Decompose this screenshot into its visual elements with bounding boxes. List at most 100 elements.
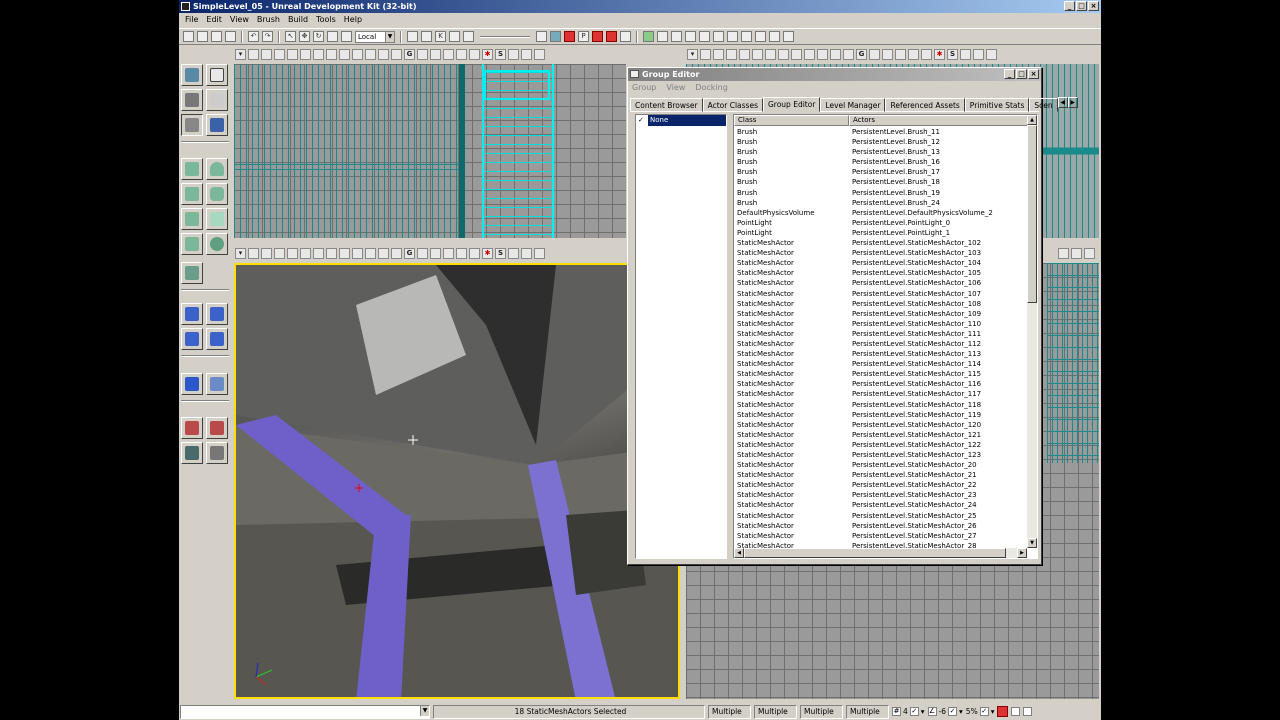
chevron-down-icon[interactable]: ▾ xyxy=(959,707,963,716)
maximize-viewport-icon[interactable] xyxy=(1084,248,1095,259)
table-row[interactable]: StaticMeshActor PersistentLevel.StaticMes… xyxy=(734,299,1024,309)
texture-density-icon[interactable] xyxy=(352,49,363,60)
texture-density-icon[interactable] xyxy=(804,49,815,60)
viewport-menu-icon[interactable]: ▾ xyxy=(235,248,246,259)
translucent-icon[interactable] xyxy=(443,49,454,60)
tear-off-icon[interactable] xyxy=(973,49,984,60)
light-complexity-icon[interactable] xyxy=(339,248,350,259)
tab-group-editor[interactable]: Group Editor xyxy=(762,97,821,112)
maximize-button[interactable]: □ xyxy=(1016,69,1027,79)
tab-actor-classes[interactable]: Actor Classes xyxy=(702,98,763,112)
table-row[interactable]: StaticMeshActor PersistentLevel.StaticMes… xyxy=(734,389,1024,399)
viewport-type-icon[interactable] xyxy=(248,248,259,259)
table-row[interactable]: Brush PersistentLevel.Brush_12 xyxy=(734,137,1024,147)
table-row[interactable]: StaticMeshActor PersistentLevel.StaticMes… xyxy=(734,309,1024,319)
viewport-type-icon[interactable] xyxy=(700,49,711,60)
volumetric-builder-button[interactable] xyxy=(181,262,203,284)
table-row[interactable]: Brush PersistentLevel.Brush_24 xyxy=(734,198,1024,208)
camera-lock-icon[interactable] xyxy=(430,248,441,259)
tear-off-icon[interactable] xyxy=(521,248,532,259)
table-row[interactable]: StaticMeshActor PersistentLevel.StaticMes… xyxy=(734,430,1024,440)
table-row[interactable]: StaticMeshActor PersistentLevel.StaticMes… xyxy=(734,400,1024,410)
unlit-icon[interactable] xyxy=(287,49,298,60)
save-all-icon[interactable] xyxy=(225,31,236,42)
table-row[interactable]: StaticMeshActor PersistentLevel.StaticMes… xyxy=(734,511,1024,521)
brush-wireframe-icon[interactable] xyxy=(274,248,285,259)
column-header-class[interactable]: Class xyxy=(734,115,849,126)
close-button[interactable]: × xyxy=(1088,1,1099,11)
viewport-menu-icon[interactable]: ▾ xyxy=(235,49,246,60)
table-row[interactable]: StaticMeshActor PersistentLevel.StaticMes… xyxy=(734,289,1024,299)
option-checkbox-2[interactable] xyxy=(1023,707,1033,716)
lock-icon[interactable] xyxy=(417,248,428,259)
select-icon[interactable]: ↖ xyxy=(285,31,296,42)
table-row[interactable]: DefaultPhysicsVolume PersistentLevel.Defa… xyxy=(734,208,1024,218)
tab-level-manager[interactable]: Level Manager xyxy=(820,98,886,112)
open-icon[interactable] xyxy=(197,31,208,42)
build-paths-icon[interactable]: P xyxy=(578,31,589,42)
table-row[interactable]: Brush PersistentLevel.Brush_19 xyxy=(734,188,1024,198)
table-row[interactable]: Brush PersistentLevel.Brush_13 xyxy=(734,147,1024,157)
preview-icon[interactable] xyxy=(508,248,519,259)
maximize-viewport-icon[interactable] xyxy=(986,49,997,60)
viewport-perspective[interactable]: ▾ G ✱ S xyxy=(232,245,682,701)
brush-wireframe-icon[interactable] xyxy=(274,49,285,60)
lighting-only-icon[interactable] xyxy=(326,248,337,259)
tool-i-icon[interactable] xyxy=(783,31,794,42)
table-row[interactable]: StaticMeshActor PersistentLevel.StaticMes… xyxy=(734,440,1024,450)
chevron-down-icon[interactable]: ▾ xyxy=(991,707,995,716)
csg-subtract-button[interactable] xyxy=(206,303,228,325)
light-complexity-icon[interactable] xyxy=(791,49,802,60)
game-view-icon[interactable]: G xyxy=(856,49,867,60)
lighting-only-icon[interactable] xyxy=(778,49,789,60)
viewport-side[interactable]: ▾ G ✱ S xyxy=(232,46,628,240)
scale-icon[interactable] xyxy=(327,31,338,42)
table-row[interactable]: StaticMeshActor PersistentLevel.StaticMes… xyxy=(734,490,1024,500)
dynamic-icon[interactable] xyxy=(456,248,467,259)
translucent-icon[interactable] xyxy=(443,248,454,259)
shader-complexity-icon[interactable] xyxy=(365,248,376,259)
table-row[interactable]: StaticMeshActor PersistentLevel.StaticMes… xyxy=(734,339,1024,349)
shader-complexity-icon[interactable] xyxy=(365,49,376,60)
csg-intersect-button[interactable] xyxy=(181,328,203,350)
table-row[interactable]: StaticMeshActor PersistentLevel.StaticMes… xyxy=(734,460,1024,470)
scale-snap-control[interactable]: 5% ✓ ▾ xyxy=(966,707,995,716)
build-all-icon[interactable] xyxy=(606,31,617,42)
drag-grid-icon[interactable] xyxy=(536,31,547,42)
hide-selected-button[interactable] xyxy=(206,417,228,439)
table-row[interactable]: StaticMeshActor PersistentLevel.StaticMes… xyxy=(734,521,1024,531)
streaming-icon[interactable]: S xyxy=(947,49,958,60)
preview-icon[interactable] xyxy=(508,49,519,60)
translucent-icon[interactable] xyxy=(895,49,906,60)
table-row[interactable]: Brush PersistentLevel.Brush_17 xyxy=(734,167,1024,177)
table-row[interactable]: StaticMeshActor PersistentLevel.StaticMes… xyxy=(734,450,1024,460)
light-complexity-icon[interactable] xyxy=(339,49,350,60)
horizontal-scrollbar[interactable]: ◀ ▶ xyxy=(734,548,1027,558)
add-volume-button[interactable] xyxy=(181,373,203,395)
tab-content-browser[interactable]: Content Browser xyxy=(630,98,703,112)
undo-icon[interactable]: ↶ xyxy=(248,31,259,42)
scroll-up-icon[interactable]: ▲ xyxy=(1027,115,1037,125)
close-button[interactable]: × xyxy=(1028,69,1039,79)
table-row[interactable]: StaticMeshActor PersistentLevel.StaticMes… xyxy=(734,500,1024,510)
kill-icon[interactable]: ✱ xyxy=(934,49,945,60)
tab-scene-manager[interactable]: Scen xyxy=(1029,98,1058,112)
mesh-paint-mode-button[interactable] xyxy=(206,114,228,136)
table-row[interactable]: StaticMeshActor PersistentLevel.StaticMes… xyxy=(734,369,1024,379)
detail-lighting-icon[interactable] xyxy=(765,49,776,60)
chevron-left-icon[interactable]: ◀ xyxy=(1057,97,1068,108)
tool-b-icon[interactable] xyxy=(685,31,696,42)
menu-view[interactable]: View xyxy=(666,81,685,94)
camera-mode-button[interactable] xyxy=(181,64,203,86)
perspective-canvas[interactable] xyxy=(234,263,680,699)
scale-toggle-checkbox[interactable]: ✓ xyxy=(979,707,989,716)
detail-lighting-icon[interactable] xyxy=(313,248,324,259)
tool-g-icon[interactable] xyxy=(755,31,766,42)
group-list[interactable]: ✓ None xyxy=(635,114,727,559)
unlit-icon[interactable] xyxy=(739,49,750,60)
grid-toggle-checkbox[interactable]: ✓ xyxy=(909,707,919,716)
game-view-icon[interactable]: G xyxy=(404,248,415,259)
move-mode-button[interactable] xyxy=(206,89,228,111)
rotation-toggle-checkbox[interactable]: ✓ xyxy=(948,707,958,716)
table-row[interactable]: PointLight PersistentLevel.PointLight_1 xyxy=(734,228,1024,238)
